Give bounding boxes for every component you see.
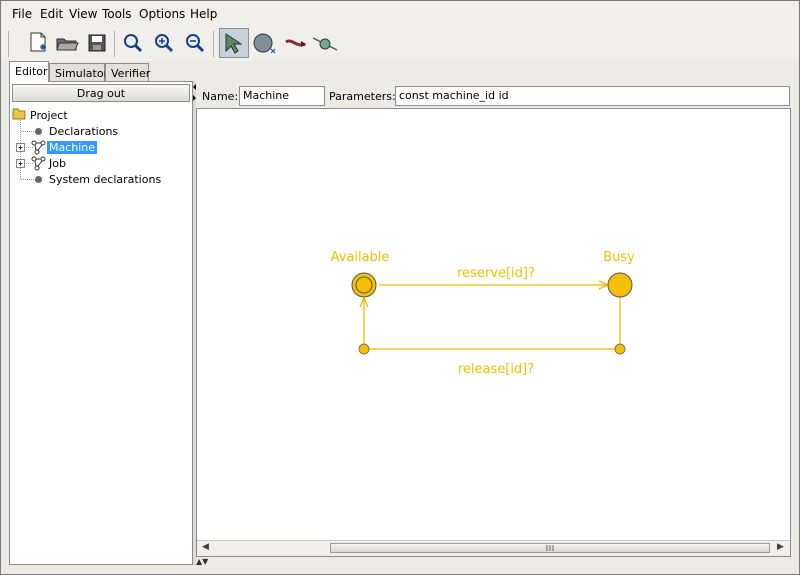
bottom-splitter-arrows-icon[interactable]: ▲▼: [196, 557, 216, 567]
location-name-available[interactable]: Available: [331, 250, 390, 265]
template-machine-icon: [31, 140, 46, 155]
new-button[interactable]: [24, 29, 52, 57]
location-busy[interactable]: [607, 272, 633, 298]
add-nail-icon: [312, 37, 338, 51]
edge-label-reserve[interactable]: reserve[id]?: [457, 266, 535, 281]
add-location-icon: [253, 33, 276, 54]
automaton-drawing: Available Busy reserve[id]? release[id]?: [331, 250, 636, 377]
select-tool-icon: [225, 33, 243, 54]
save-button[interactable]: [83, 29, 111, 57]
nail-left[interactable]: [358, 343, 370, 355]
edge-release[interactable]: [363, 297, 621, 350]
tab-simulator[interactable]: Simulator: [49, 63, 108, 81]
menu-bar: File Edit View Tools Options Help: [1, 1, 799, 27]
menu-edit[interactable]: Edit: [40, 7, 63, 21]
declarations-bullet-icon: [35, 128, 42, 135]
add-location-button[interactable]: [251, 29, 279, 57]
tree-item-system-declarations[interactable]: System declarations: [49, 173, 161, 186]
editor-window: File Edit View Tools Options Help Editor…: [0, 0, 800, 575]
scroll-left-icon[interactable]: ◀: [202, 542, 209, 552]
menu-file[interactable]: File: [12, 7, 32, 21]
template-editor: Name: Machine Parameters: const machine_…: [196, 83, 793, 565]
open-button[interactable]: [53, 29, 81, 57]
select-tool-button[interactable]: [219, 28, 249, 58]
zoom-out-icon: [186, 34, 205, 53]
scroll-thumb[interactable]: [330, 543, 770, 553]
location-available[interactable]: [351, 272, 377, 298]
automaton-canvas[interactable]: Available Busy reserve[id]? release[id]?…: [196, 108, 791, 557]
tree-item-declarations[interactable]: Declarations: [49, 125, 118, 138]
toolbar-separator: [114, 31, 115, 57]
toolbar-separator: [213, 31, 214, 57]
horizontal-scrollbar[interactable]: ◀ ▶: [197, 540, 790, 556]
save-icon: [88, 34, 106, 52]
expand-machine-icon: [16, 143, 25, 152]
main-tabs: Editor Simulator Verifier: [1, 61, 201, 82]
zoom-in-button[interactable]: [150, 29, 178, 57]
tab-verifier[interactable]: Verifier: [105, 63, 150, 81]
nail-right[interactable]: [614, 343, 626, 355]
menu-tools[interactable]: Tools: [102, 7, 132, 21]
location-name-busy[interactable]: Busy: [603, 250, 635, 265]
toolbar: [1, 27, 799, 61]
grip-icon: [546, 545, 554, 551]
edge-label-release[interactable]: release[id]?: [458, 362, 534, 377]
tree-root-project[interactable]: Project: [30, 109, 68, 122]
add-edge-button[interactable]: [282, 29, 310, 57]
template-name-field[interactable]: Machine: [239, 86, 325, 106]
system-declarations-bullet-icon: [35, 176, 42, 183]
folder-icon: [12, 108, 26, 120]
tab-editor[interactable]: Editor: [9, 61, 49, 82]
expand-job-icon: [16, 159, 25, 168]
menu-options[interactable]: Options: [139, 7, 185, 21]
template-name-bar: Name: Machine Parameters: const machine_…: [196, 83, 793, 107]
parameters-label: Parameters:: [329, 90, 396, 103]
scroll-right-icon[interactable]: ▶: [777, 542, 784, 552]
name-label: Name:: [202, 90, 239, 103]
add-nail-button[interactable]: [311, 29, 339, 57]
zoom-out-button[interactable]: [181, 29, 209, 57]
tree-item-job[interactable]: Job: [49, 157, 66, 170]
new-document-icon: [30, 32, 46, 52]
toolbar-grip: [8, 31, 9, 57]
tree-item-machine[interactable]: Machine: [47, 141, 98, 154]
zoom-fit-button[interactable]: [119, 29, 147, 57]
add-edge-icon: [285, 39, 306, 47]
template-job-icon: [31, 156, 46, 171]
menu-help[interactable]: Help: [190, 7, 217, 21]
open-folder-icon: [56, 38, 79, 51]
zoom-in-icon: [155, 34, 174, 53]
project-panel: Drag out Project Declarations Machine Jo…: [9, 81, 193, 565]
template-parameters-field[interactable]: const machine_id id: [395, 86, 790, 106]
zoom-to-fit-icon: [124, 34, 143, 53]
menu-view[interactable]: View: [69, 7, 97, 21]
